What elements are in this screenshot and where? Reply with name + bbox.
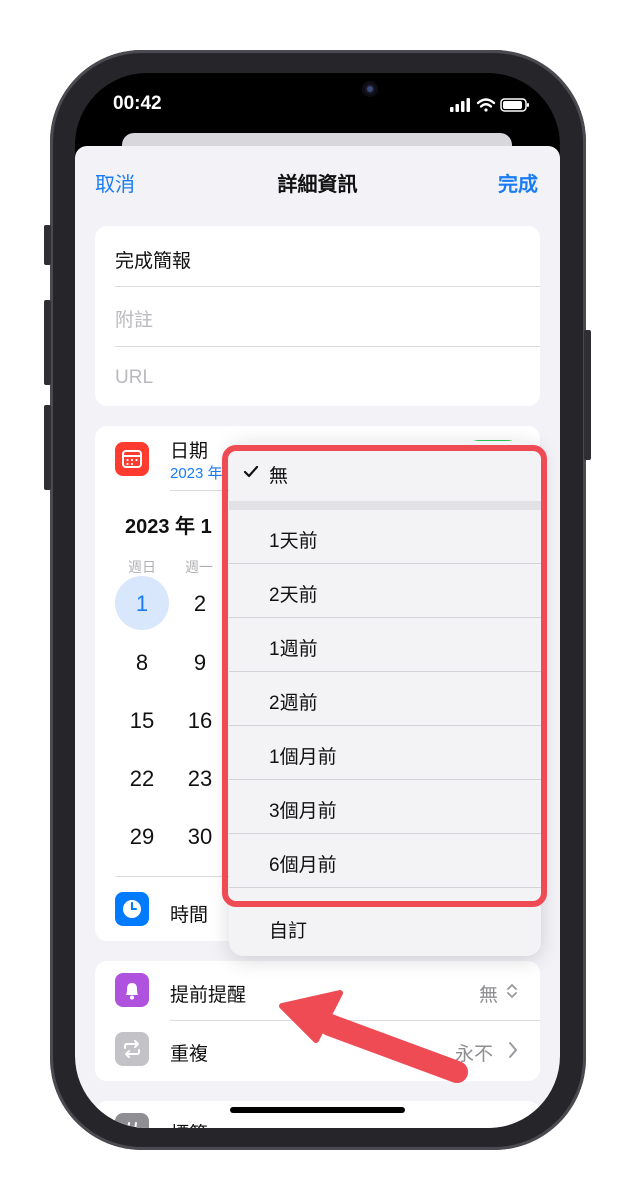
clock-icon <box>115 892 149 926</box>
divider <box>115 346 540 347</box>
wifi-icon <box>476 98 496 112</box>
calendar-day[interactable]: 29 <box>115 824 169 850</box>
alert-value[interactable]: 無 <box>479 980 498 1007</box>
screen: 00:42 取消 詳細資訊 完成 完成簡報 附註 URL 日期 2023 年 2… <box>75 73 560 1128</box>
status-bar-icons <box>450 98 529 112</box>
divider <box>115 286 540 287</box>
home-indicator <box>230 1107 405 1113</box>
time-label: 時間 <box>170 905 209 926</box>
calendar-day[interactable]: 16 <box>173 708 227 734</box>
chevron-right-icon <box>509 1042 518 1058</box>
clock-glyph <box>123 900 141 918</box>
tags-label[interactable]: 標籤 <box>170 1119 208 1128</box>
signal-icon <box>450 98 470 112</box>
repeat-label[interactable]: 重複 <box>170 1039 208 1066</box>
calendar-day[interactable]: 9 <box>173 650 227 676</box>
calendar-day[interactable]: 30 <box>173 824 227 850</box>
details-sheet: 取消 詳細資訊 完成 完成簡報 附註 URL 日期 2023 年 2023 年 … <box>75 146 560 1128</box>
page-title: 詳細資訊 <box>277 174 358 196</box>
repeat-icon <box>115 1032 149 1066</box>
calendar-icon <box>115 442 149 476</box>
notes-field[interactable]: 附註 <box>115 305 153 332</box>
volume-up-button <box>44 300 51 385</box>
repeat-value[interactable]: 永不 <box>455 1039 493 1066</box>
calendar-day[interactable]: 2 <box>173 591 227 617</box>
calendar-day[interactable]: 1 <box>115 591 169 617</box>
highlight-box <box>222 445 547 907</box>
bell-icon <box>115 973 149 1007</box>
action-button <box>44 225 51 265</box>
tag-icon <box>115 1113 149 1128</box>
volume-down-button <box>44 405 51 490</box>
battery-icon <box>500 98 529 112</box>
calendar-glyph <box>122 450 142 468</box>
url-field[interactable]: URL <box>115 367 153 389</box>
done-button[interactable]: 完成 <box>498 168 538 197</box>
menu-item-label: 自訂 <box>269 921 308 942</box>
calendar-day[interactable]: 23 <box>173 766 227 792</box>
repeat-glyph <box>124 1040 140 1058</box>
calendar-day[interactable]: 22 <box>115 766 169 792</box>
updown-chevron-icon <box>507 983 517 999</box>
weekday-mon: 週一 <box>185 559 213 575</box>
bell-glyph <box>126 983 138 1000</box>
divider <box>170 1020 540 1021</box>
hash-glyph <box>124 1122 140 1128</box>
details-card: 完成簡報 附註 URL <box>95 226 540 406</box>
tags-card: 標籤 <box>95 1101 540 1128</box>
status-time: 00:42 <box>113 93 162 114</box>
calendar-day[interactable]: 8 <box>115 650 169 676</box>
power-button <box>584 330 591 460</box>
alert-label[interactable]: 提前提醒 <box>170 980 246 1007</box>
status-icons <box>450 97 530 118</box>
title-field[interactable]: 完成簡報 <box>115 246 191 273</box>
alert-repeat-card: 提前提醒 無 重複 永不 <box>95 961 540 1081</box>
month-header[interactable]: 2023 年 1 <box>125 510 212 539</box>
date-label: 日期 <box>170 441 209 462</box>
calendar-day[interactable]: 15 <box>115 708 169 734</box>
front-camera <box>362 81 378 97</box>
date-value[interactable]: 2023 年 <box>170 462 223 483</box>
weekday-sun: 週日 <box>128 559 156 575</box>
